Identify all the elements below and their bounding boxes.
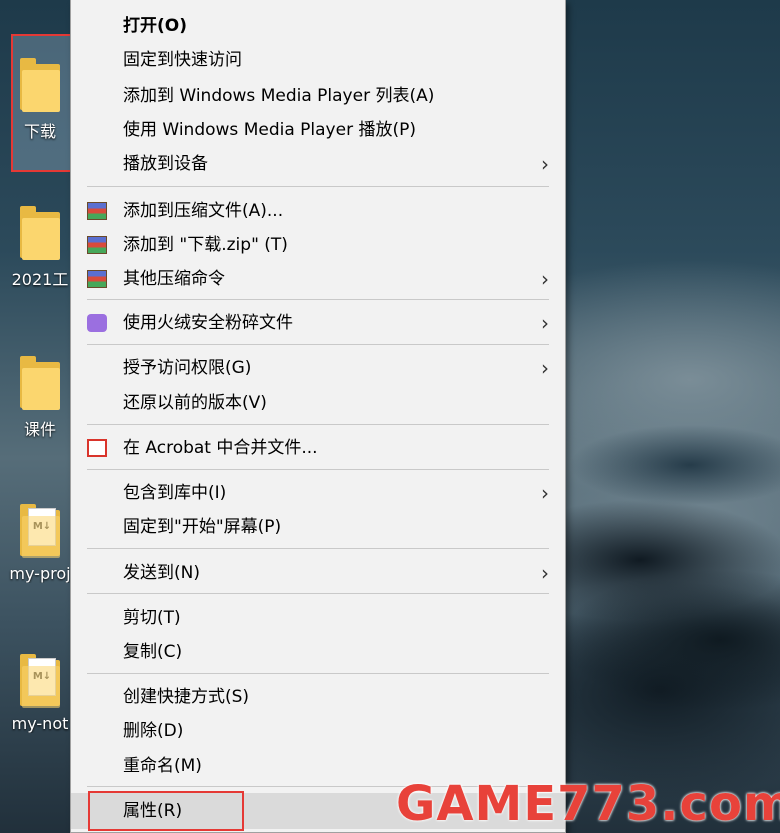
desktop-icon-my-project[interactable]: M↓ my-proj xyxy=(0,504,80,583)
menu-item-cut[interactable]: 剪切(T) xyxy=(71,601,565,635)
menu-separator xyxy=(87,469,549,470)
menu-item-include-library[interactable]: 包含到库中(I) › xyxy=(71,476,565,510)
folder-icon xyxy=(20,58,60,112)
folder-with-markdown-icon: M↓ xyxy=(20,654,60,708)
desktop-icon-label: 下载 xyxy=(23,122,56,141)
menu-item-copy[interactable]: 复制(C) xyxy=(71,635,565,669)
menu-item-grant-access[interactable]: 授予访问权限(G) › xyxy=(71,351,565,385)
folder-icon xyxy=(20,356,60,410)
site-watermark: GAME773.com xyxy=(396,776,780,832)
menu-item-label: 其他压缩命令 xyxy=(123,269,225,289)
desktop-icon-label: my-not xyxy=(11,714,69,733)
desktop-icon-2021[interactable]: 2021工 xyxy=(0,206,80,290)
menu-item-create-shortcut[interactable]: 创建快捷方式(S) xyxy=(71,680,565,714)
desktop-icon-label: my-proj xyxy=(9,564,71,583)
shredder-icon xyxy=(87,314,107,332)
menu-item-add-to-zip[interactable]: 添加到 "下载.zip" (T) xyxy=(71,228,565,262)
menu-item-label: 在 Acrobat 中合并文件... xyxy=(123,438,318,458)
menu-item-label: 添加到 "下载.zip" (T) xyxy=(123,235,288,255)
chevron-right-icon: › xyxy=(541,311,549,335)
menu-item-huorong-shred[interactable]: 使用火绒安全粉碎文件 › xyxy=(71,306,565,340)
menu-item-label: 添加到压缩文件(A)... xyxy=(123,201,284,221)
desktop-icon-my-notes[interactable]: M↓ my-not xyxy=(0,654,80,733)
desktop-background: 下载 2021工 课件 M↓ my-proj M↓ my-not 打开(O) 固… xyxy=(0,0,780,833)
menu-item-pin-quick-access[interactable]: 固定到快速访问 xyxy=(71,43,565,77)
menu-item-delete[interactable]: 删除(D) xyxy=(71,714,565,748)
desktop-icon-label: 2021工 xyxy=(11,270,69,289)
menu-item-add-wmp-list[interactable]: 添加到 Windows Media Player 列表(A) xyxy=(71,79,565,113)
chevron-right-icon: › xyxy=(541,481,549,505)
menu-item-label: 发送到(N) xyxy=(123,563,200,583)
folder-with-markdown-icon: M↓ xyxy=(20,504,60,558)
context-menu: 打开(O) 固定到快速访问 添加到 Windows Media Player 列… xyxy=(70,0,566,833)
chevron-right-icon: › xyxy=(541,561,549,585)
menu-item-play-wmp[interactable]: 使用 Windows Media Player 播放(P) xyxy=(71,113,565,147)
menu-item-add-to-archive[interactable]: 添加到压缩文件(A)... xyxy=(71,194,565,228)
menu-separator xyxy=(87,593,549,594)
menu-item-cast-to-device[interactable]: 播放到设备 › xyxy=(71,147,565,181)
menu-item-pin-start[interactable]: 固定到"开始"屏幕(P) xyxy=(71,510,565,544)
chevron-right-icon: › xyxy=(541,152,549,176)
menu-separator xyxy=(87,424,549,425)
menu-item-label: 授予访问权限(G) xyxy=(123,358,252,378)
menu-item-restore-versions[interactable]: 还原以前的版本(V) xyxy=(71,386,565,420)
menu-separator xyxy=(87,186,549,187)
winrar-icon xyxy=(87,236,107,254)
menu-item-label: 播放到设备 xyxy=(123,154,208,174)
chevron-right-icon: › xyxy=(541,267,549,291)
acrobat-icon xyxy=(87,439,107,457)
menu-separator xyxy=(87,548,549,549)
desktop-icon-label: 课件 xyxy=(23,420,56,439)
menu-item-acrobat-combine[interactable]: 在 Acrobat 中合并文件... xyxy=(71,431,565,465)
menu-item-label: 包含到库中(I) xyxy=(123,483,227,503)
menu-item-other-compress[interactable]: 其他压缩命令 › xyxy=(71,262,565,296)
menu-separator xyxy=(87,299,549,300)
desktop-icon-downloads[interactable]: 下载 xyxy=(0,58,80,142)
menu-item-open[interactable]: 打开(O) xyxy=(71,9,565,43)
menu-item-label: 使用火绒安全粉碎文件 xyxy=(123,313,293,333)
chevron-right-icon: › xyxy=(541,356,549,380)
winrar-icon xyxy=(87,202,107,220)
menu-item-send-to[interactable]: 发送到(N) › xyxy=(71,556,565,590)
folder-icon xyxy=(20,206,60,260)
menu-separator xyxy=(87,673,549,674)
properties-highlight-box xyxy=(88,791,244,831)
menu-separator xyxy=(87,344,549,345)
desktop-icon-courseware[interactable]: 课件 xyxy=(0,356,80,440)
winrar-icon xyxy=(87,270,107,288)
